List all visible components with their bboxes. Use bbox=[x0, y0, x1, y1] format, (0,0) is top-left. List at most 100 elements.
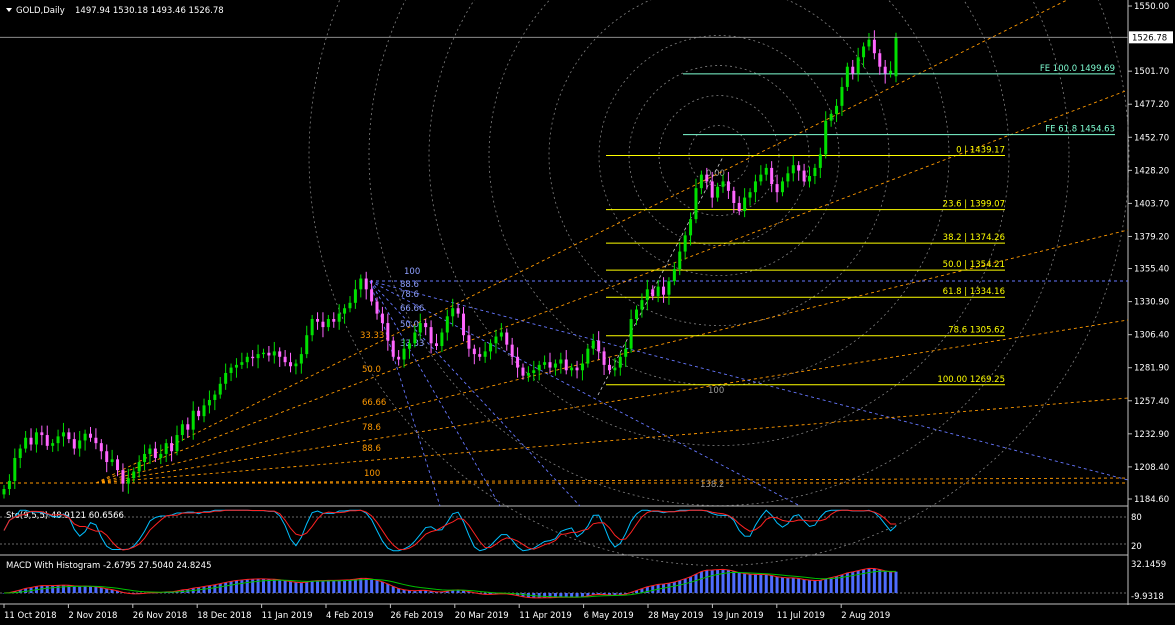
macd-histogram-bar bbox=[229, 581, 233, 593]
candle-body bbox=[532, 370, 536, 373]
macd-histogram-bar bbox=[764, 574, 768, 593]
candle-body bbox=[88, 433, 92, 438]
blue-fan-label-2: 78.6 bbox=[400, 290, 419, 300]
macd-histogram-bar bbox=[753, 574, 757, 593]
candle-body bbox=[170, 443, 174, 452]
candle-body bbox=[862, 46, 866, 58]
macd-histogram-bar bbox=[894, 571, 898, 593]
candle-body bbox=[197, 410, 201, 417]
candle-body bbox=[851, 66, 855, 74]
macd-histogram-bar bbox=[289, 581, 293, 593]
candle-body bbox=[678, 251, 682, 270]
macd-histogram-bar bbox=[878, 569, 882, 593]
candle-body bbox=[618, 356, 622, 368]
candle-body bbox=[202, 405, 206, 417]
price-tick-label: 1355.40 bbox=[1134, 265, 1169, 275]
macd-histogram-bar bbox=[770, 575, 774, 593]
price-tick-label: 1501.70 bbox=[1134, 67, 1169, 77]
chart-canvas[interactable]: GOLD,Daily 1497.94 1530.18 1493.46 1526.… bbox=[0, 0, 1175, 625]
candle-body bbox=[105, 451, 109, 463]
fib-level-label-4: 61.8 | 1334.16 bbox=[943, 287, 1005, 297]
macd-histogram-bar bbox=[537, 593, 541, 598]
macd-histogram-bar bbox=[375, 580, 379, 593]
fib-level-label-0: 0 | 1439.17 bbox=[956, 146, 1005, 156]
macd-histogram-bar bbox=[835, 576, 839, 593]
macd-histogram-bar bbox=[732, 571, 736, 593]
price-tick-label: 1452.70 bbox=[1134, 133, 1169, 143]
candle-body bbox=[229, 367, 233, 373]
candle-body bbox=[375, 301, 379, 314]
candle-body bbox=[137, 462, 141, 472]
candle-body bbox=[397, 356, 401, 360]
time-label: 11 Jul 2019 bbox=[777, 611, 825, 621]
macd-histogram-bar bbox=[689, 576, 693, 593]
candle-body bbox=[272, 351, 276, 356]
candle-body bbox=[462, 313, 466, 336]
macd-histogram-bar bbox=[889, 571, 893, 593]
macd-histogram-bar bbox=[83, 586, 87, 593]
candle-body bbox=[418, 323, 422, 333]
macd-histogram-bar bbox=[343, 580, 347, 593]
price-tick-label: 1208.40 bbox=[1134, 463, 1169, 473]
candle-body bbox=[780, 181, 784, 193]
macd-histogram-bar bbox=[370, 579, 374, 593]
macd-histogram-bar bbox=[305, 582, 309, 593]
time-label: 26 Feb 2019 bbox=[390, 611, 443, 621]
candle-body bbox=[683, 235, 687, 252]
candle-body bbox=[413, 332, 417, 344]
candle-body bbox=[240, 362, 244, 365]
candle-body bbox=[813, 167, 817, 176]
candle-body bbox=[856, 57, 860, 74]
candle-body bbox=[526, 372, 530, 376]
price-tick-label: 1330.90 bbox=[1134, 298, 1169, 308]
macd-histogram-bar bbox=[705, 570, 709, 593]
candle-body bbox=[516, 356, 520, 368]
candle-body bbox=[472, 348, 476, 355]
candle-body bbox=[721, 181, 725, 187]
candle-body bbox=[245, 356, 249, 363]
candle-body bbox=[824, 120, 828, 155]
candle-body bbox=[175, 435, 179, 452]
price-tick-label: 1281.90 bbox=[1134, 364, 1169, 374]
macd-histogram-bar bbox=[332, 580, 336, 593]
macd-axis-bottom: -9.9318 bbox=[1131, 592, 1164, 602]
price-tick-label: 1306.40 bbox=[1134, 331, 1169, 341]
candle-body bbox=[348, 302, 352, 309]
candle-body bbox=[364, 278, 368, 290]
candle-body bbox=[186, 424, 190, 430]
macd-histogram-bar bbox=[743, 573, 747, 593]
price-tick-label: 1428.20 bbox=[1134, 166, 1169, 176]
macd-histogram-bar bbox=[99, 587, 103, 593]
candle-body bbox=[267, 352, 271, 356]
candle-body bbox=[299, 354, 303, 364]
candle-body bbox=[613, 367, 617, 371]
candle-body bbox=[759, 174, 763, 182]
candle-body bbox=[894, 37, 898, 77]
macd-histogram-bar bbox=[251, 579, 255, 593]
macd-histogram-bar bbox=[267, 579, 271, 593]
candle-body bbox=[234, 364, 238, 368]
candle-body bbox=[337, 313, 341, 322]
fib-level-label-3: 50.0 | 1354.21 bbox=[943, 260, 1005, 270]
macd-histogram-bar bbox=[380, 581, 384, 593]
candle-body bbox=[316, 319, 320, 322]
candle-body bbox=[29, 437, 33, 445]
macd-histogram-bar bbox=[802, 579, 806, 593]
price-tick-label: 1477.20 bbox=[1134, 100, 1169, 110]
candle-body bbox=[121, 470, 125, 484]
candle-body bbox=[326, 319, 330, 328]
candle-body bbox=[256, 354, 260, 359]
candle-body bbox=[872, 39, 876, 54]
candle-body bbox=[716, 186, 720, 198]
macd-histogram-bar bbox=[813, 580, 817, 593]
candle-body bbox=[24, 437, 28, 449]
candle-body bbox=[7, 480, 11, 490]
chart-background bbox=[0, 0, 1175, 625]
chart-window[interactable]: GOLD,Daily 1497.94 1530.18 1493.46 1526.… bbox=[0, 0, 1175, 625]
candle-body bbox=[126, 478, 130, 484]
macd-histogram-bar bbox=[710, 569, 714, 593]
time-label: 11 Jan 2019 bbox=[262, 611, 313, 621]
candle-body bbox=[391, 340, 395, 357]
candle-body bbox=[434, 343, 438, 346]
candle-body bbox=[191, 410, 195, 430]
